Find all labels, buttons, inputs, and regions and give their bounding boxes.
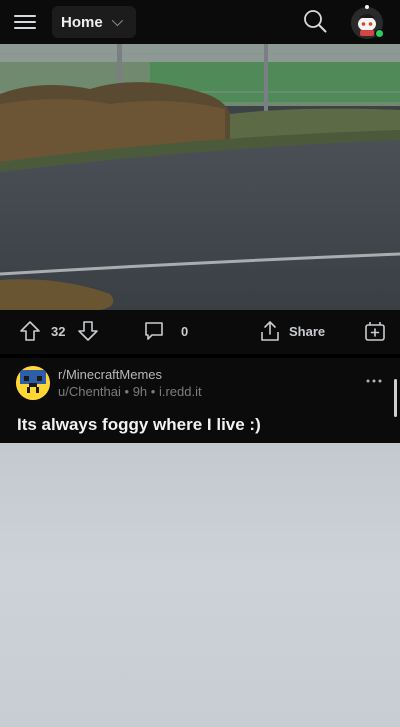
separator-dot: • xyxy=(150,384,159,399)
post-title[interactable]: Its always foggy where I live :) xyxy=(17,415,261,435)
subreddit-name[interactable]: r/MinecraftMemes xyxy=(58,367,202,382)
share-icon xyxy=(261,321,279,341)
scrollbar[interactable] xyxy=(394,379,397,417)
upvote-icon[interactable] xyxy=(19,320,41,342)
post-domain[interactable]: i.redd.it xyxy=(159,384,202,399)
vote-count: 32 xyxy=(51,323,66,339)
chevron-down-icon xyxy=(111,14,123,27)
comment-icon xyxy=(145,322,163,340)
post-action-bar: 32 0 Share xyxy=(0,310,400,356)
search-icon[interactable] xyxy=(303,9,327,33)
feed-selector-label: Home xyxy=(61,13,103,31)
post-image-pavement[interactable] xyxy=(0,44,400,310)
share-button[interactable]: Share xyxy=(259,310,325,352)
comment-count: 0 xyxy=(181,323,189,339)
top-app-bar: Home xyxy=(0,0,400,44)
post-image-fog[interactable] xyxy=(0,443,400,727)
separator-dot: • xyxy=(124,384,133,399)
comments-button[interactable]: 0 xyxy=(143,310,188,352)
award-icon[interactable] xyxy=(364,320,386,342)
hamburger-menu-icon[interactable] xyxy=(14,11,36,31)
online-status-dot xyxy=(375,29,384,38)
share-label: Share xyxy=(289,323,326,339)
post-card[interactable]: r/MinecraftMemes u/Chenthai • 9h • i.red… xyxy=(0,358,400,443)
more-options-icon[interactable] xyxy=(364,378,384,384)
post-meta: r/MinecraftMemes u/Chenthai • 9h • i.red… xyxy=(58,367,202,399)
downvote-icon[interactable] xyxy=(77,320,99,342)
post-byline: u/Chenthai • 9h • i.redd.it xyxy=(58,384,202,399)
post-age: 9h xyxy=(132,384,148,399)
subreddit-avatar[interactable] xyxy=(16,366,50,400)
author-name[interactable]: u/Chenthai xyxy=(58,384,121,399)
feed-selector-dropdown[interactable]: Home xyxy=(52,6,136,38)
